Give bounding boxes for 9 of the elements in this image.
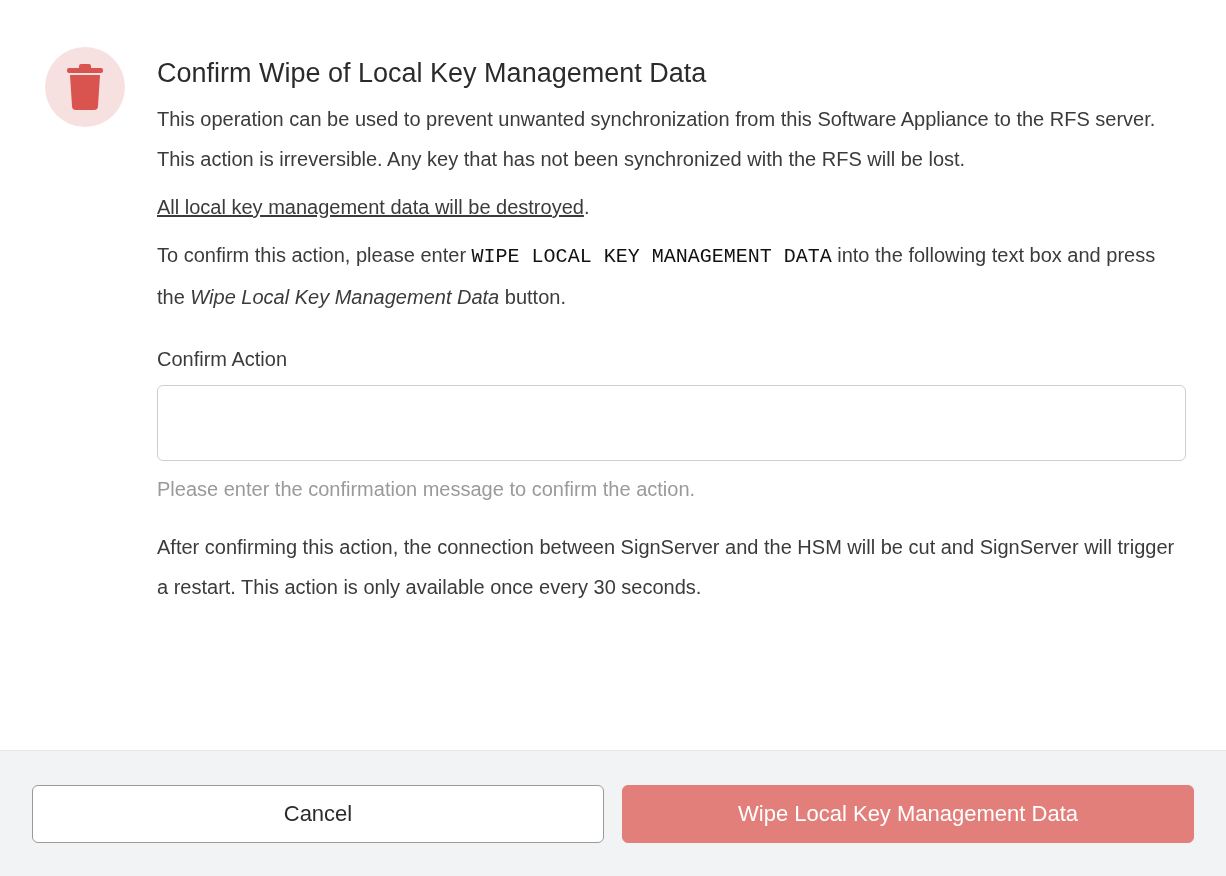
intro-paragraph: This operation can be used to prevent unwanted synchronization from this Software Appliance to the RFS server. This action is irreversible. Any key that has not been synchronized with the RFS will be lost.	[157, 107, 1157, 172]
confirm-input-field[interactable]	[157, 385, 1186, 461]
warning-text: All local key management data will be destroyed.	[157, 195, 591, 220]
dialog-title: Confirm Wipe of Local Key Management Data	[157, 57, 708, 90]
note-paragraph: After confirming this action, the connection between SignServer and the HSM will be cut and SignServer will trigger a restart. This action is only available once every 30 seconds.	[157, 535, 1176, 600]
instruction-paragraph: To confirm this action, please enter WIPE LOCAL KEY MANAGEMENT DATA into the following text box and press the Wipe Local Key Management Data button.	[157, 243, 1157, 310]
field-help-text: Please enter the confirmation message to confirm the action.	[157, 477, 697, 502]
cancel-button[interactable]: Cancel	[32, 784, 604, 843]
field-label: Confirm Action	[157, 347, 288, 372]
